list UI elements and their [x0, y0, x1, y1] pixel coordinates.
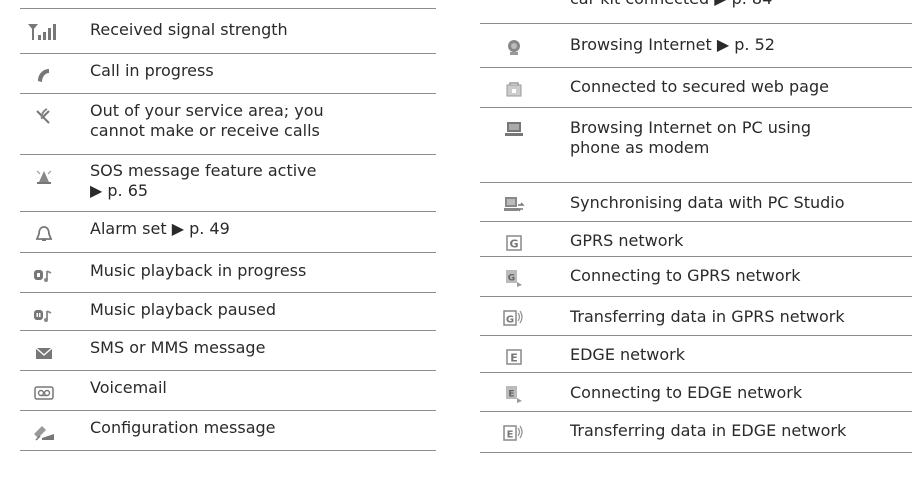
status-description: Received signal strength — [90, 20, 288, 39]
status-description: Browsing Internet on PC using phone as m… — [570, 118, 811, 157]
status-description: GPRS network — [570, 231, 684, 250]
status-description: Music playback paused — [90, 300, 277, 319]
status-description: Connected to secured web page — [570, 77, 829, 96]
status-description: Browsing Internet ▶ p. 52 — [570, 35, 775, 54]
status-description: Transferring data in GPRS network — [570, 307, 845, 326]
right-row: Synchronising data with PC Studio — [480, 182, 912, 222]
right-row: car kit connected ▶ p. 84 — [480, 0, 912, 24]
left-row: Received signal strength — [20, 8, 436, 54]
browsing-internet-icon — [490, 37, 538, 57]
status-description: EDGE network — [570, 345, 685, 364]
edge-network-icon: E — [490, 347, 538, 367]
svg-text:G: G — [506, 315, 514, 326]
envelope-icon — [20, 343, 68, 363]
left-row: Alarm set ▶ p. 49 — [20, 211, 436, 253]
status-description: SMS or MMS message — [90, 338, 266, 357]
status-description: car kit connected ▶ p. 84 — [570, 0, 912, 9]
right-row: E Transferring data in EDGE network — [480, 411, 912, 453]
edge-connecting-icon: E — [490, 384, 538, 404]
gprs-transfer-icon: G — [490, 308, 538, 328]
edge-transfer-icon: E — [490, 423, 538, 443]
right-row: G Connecting to GPRS network — [480, 256, 912, 297]
left-row: SOS message feature active ▶ p. 65 — [20, 154, 436, 212]
right-row: Browsing Internet ▶ p. 52 — [480, 23, 912, 68]
left-row: Call in progress — [20, 53, 436, 94]
right-row: Connected to secured web page — [480, 67, 912, 108]
left-row: Out of your service area; you cannot mak… — [20, 93, 436, 155]
status-description: SOS message feature active ▶ p. 65 — [90, 161, 317, 200]
signal-strength-icon — [20, 21, 68, 41]
status-description: Synchronising data with PC Studio — [570, 193, 845, 212]
right-row: E Connecting to EDGE network — [480, 372, 912, 412]
left-row: Configuration message — [20, 410, 436, 451]
music-playing-icon — [20, 265, 68, 285]
right-row: G GPRS network — [480, 221, 912, 257]
svg-text:E: E — [507, 430, 514, 441]
left-row: Music playback paused — [20, 292, 436, 331]
svg-text:E: E — [508, 390, 514, 400]
gprs-connecting-icon: G — [490, 268, 538, 288]
status-description: Alarm set ▶ p. 49 — [90, 219, 230, 238]
status-description: Connecting to EDGE network — [570, 383, 803, 402]
status-description: Transferring data in EDGE network — [570, 421, 847, 440]
right-row: G Transferring data in GPRS network — [480, 296, 912, 336]
right-row: E EDGE network — [480, 335, 912, 373]
music-paused-icon — [20, 305, 68, 325]
no-service-icon — [20, 106, 68, 126]
status-description: Configuration message — [90, 418, 276, 437]
configuration-message-icon — [20, 423, 68, 443]
svg-text:G: G — [509, 238, 518, 251]
right-row: Browsing Internet on PC using phone as m… — [480, 107, 912, 183]
secured-page-icon — [490, 79, 538, 99]
svg-text:G: G — [508, 274, 515, 284]
pc-modem-icon — [490, 119, 538, 139]
alarm-icon — [20, 224, 68, 244]
gprs-network-icon: G — [490, 233, 538, 253]
voicemail-icon — [20, 383, 68, 403]
left-row: SMS or MMS message — [20, 330, 436, 371]
left-row: Music playback in progress — [20, 252, 436, 293]
svg-text:E: E — [510, 352, 518, 365]
call-in-progress-icon — [20, 66, 68, 86]
pc-sync-icon — [490, 194, 538, 214]
status-description: Connecting to GPRS network — [570, 266, 801, 285]
sos-icon — [20, 167, 68, 187]
status-description: Music playback in progress — [90, 261, 307, 280]
status-description: Voicemail — [90, 378, 167, 397]
status-description: Out of your service area; you cannot mak… — [90, 101, 324, 140]
left-row: Voicemail — [20, 370, 436, 411]
status-description: Call in progress — [90, 61, 214, 80]
